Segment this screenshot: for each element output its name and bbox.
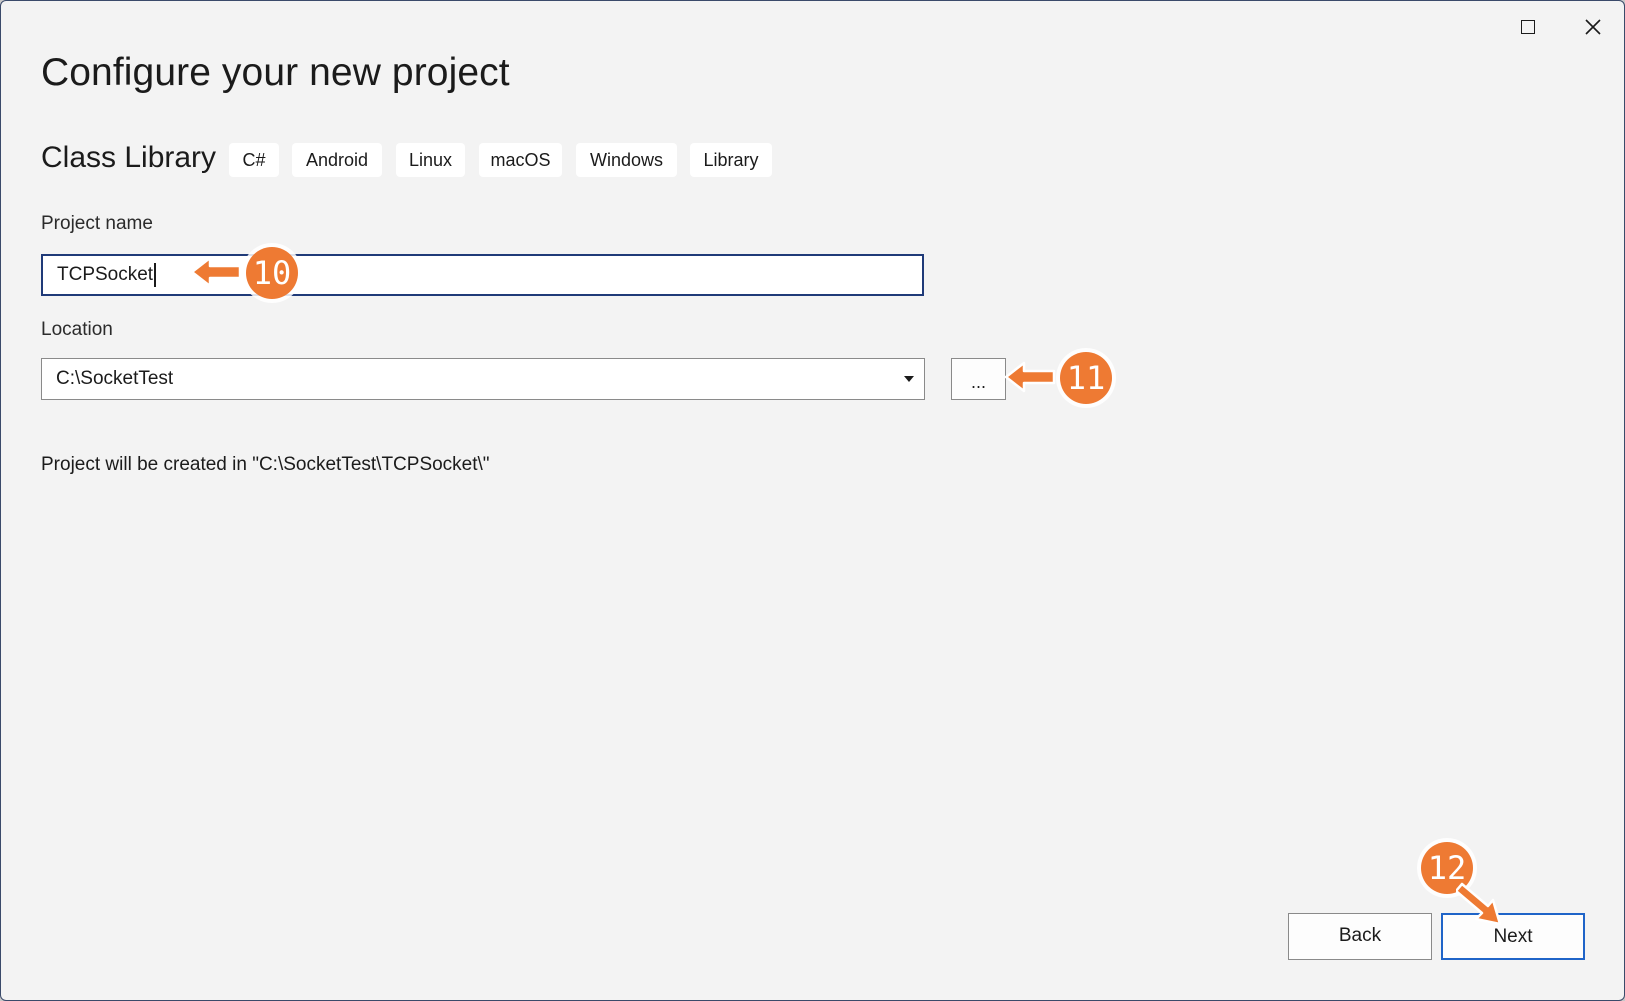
callout-arrow-10-icon (190, 256, 242, 288)
tag-csharp: C# (229, 143, 279, 177)
project-name-label: Project name (41, 213, 153, 234)
callout-badge-11: 11 (1060, 352, 1112, 404)
project-name-input[interactable]: TCPSocket (41, 254, 924, 296)
maximize-icon (1521, 20, 1535, 34)
location-dropdown-button[interactable] (894, 359, 924, 398)
tag-android: Android (292, 143, 382, 177)
template-name: Class Library (41, 141, 217, 174)
location-combobox[interactable]: C:\SocketTest (41, 358, 925, 400)
tag-library: Library (690, 143, 772, 177)
tag-linux: Linux (396, 143, 465, 177)
text-caret (154, 262, 156, 287)
tag-windows: Windows (576, 143, 677, 177)
chevron-down-icon (904, 375, 914, 382)
location-label: Location (41, 319, 113, 340)
configure-project-dialog: Configure your new project Class Library… (0, 0, 1625, 1001)
location-value: C:\SocketTest (56, 368, 174, 389)
tag-macos: macOS (479, 143, 562, 177)
callout-badge-10: 10 (246, 247, 298, 299)
close-icon (1585, 19, 1601, 35)
maximize-button[interactable] (1506, 9, 1550, 45)
close-button[interactable] (1571, 9, 1615, 45)
back-button[interactable]: Back (1288, 913, 1432, 960)
project-path-note: Project will be created in "C:\SocketTes… (41, 454, 490, 475)
callout-arrow-12-icon (1456, 882, 1502, 926)
page-title: Configure your new project (41, 51, 510, 94)
callout-arrow-11-icon (1004, 361, 1056, 393)
project-name-value: TCPSocket (57, 264, 154, 285)
browse-location-button[interactable]: ... (951, 358, 1006, 400)
